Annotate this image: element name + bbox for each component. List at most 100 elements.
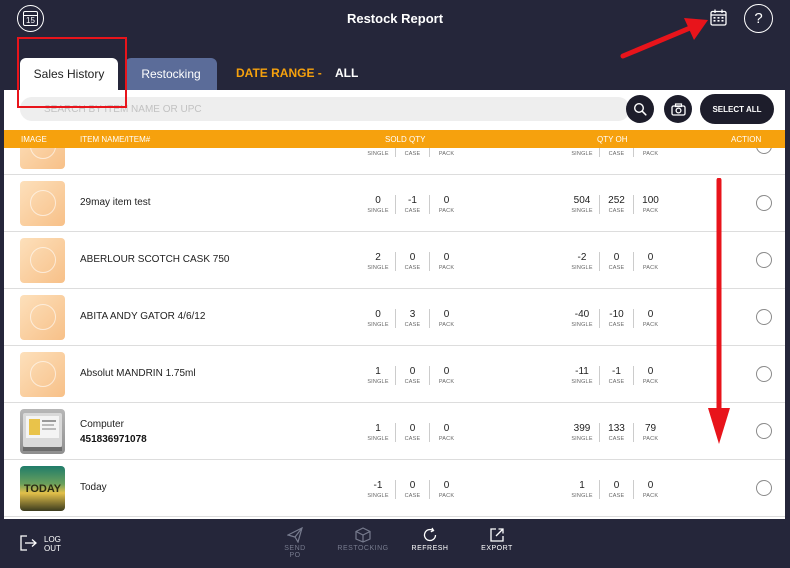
sold-case: CASE [395, 148, 429, 157]
help-button[interactable]: ? [744, 4, 773, 33]
oh-pack: 0 PACK [633, 252, 667, 271]
column-sold-qty: SOLD QTY [385, 135, 426, 144]
send-po-button[interactable]: SEND PO [282, 527, 308, 559]
export-label: EXPORT [481, 545, 513, 552]
item-image [20, 238, 65, 283]
computer-product-image [23, 413, 62, 451]
sold-case: -1 CASE [395, 195, 429, 214]
sold-single: 0 SINGLE [367, 195, 389, 214]
column-qty-oh: QTY OH [597, 135, 628, 144]
row-select-radio[interactable] [756, 252, 772, 268]
table-row[interactable]: SINGLE CASE PACK SINGLE CASE PACK [4, 148, 785, 175]
date-range-label[interactable]: DATE RANGE - [236, 66, 322, 80]
send-icon [287, 527, 303, 543]
row-select-radio[interactable] [756, 423, 772, 439]
item-image [20, 295, 65, 340]
item-name: Computer [80, 419, 124, 430]
item-upc: 451836971078 [80, 434, 147, 445]
oh-case: -10 CASE [599, 309, 633, 328]
help-icon: ? [754, 10, 763, 27]
box-icon [355, 527, 371, 543]
oh-pack: 79 PACK [633, 423, 667, 442]
oh-single: 504 SINGLE [571, 195, 593, 214]
bottom-toolbar: LOG OUT SEND PO RESTOCKING REFRESH EXPOR… [0, 519, 790, 568]
item-image [20, 409, 65, 454]
oh-case: 0 CASE [599, 252, 633, 271]
search-button[interactable] [626, 95, 654, 123]
column-action: ACTION [731, 135, 762, 144]
restocking-button[interactable]: RESTOCKING [334, 527, 392, 552]
column-image: IMAGE [21, 135, 47, 144]
oh-pack: 0 PACK [633, 480, 667, 499]
annotation-scroll-arrow-icon [708, 178, 730, 444]
sold-pack: 0 PACK [429, 423, 463, 442]
send-po-label: SEND PO [284, 545, 306, 559]
oh-single: 399 SINGLE [571, 423, 593, 442]
item-name: ABITA ANDY GATOR 4/6/12 [80, 311, 206, 322]
item-name: ABERLOUR SCOTCH CASK 750 [80, 254, 230, 265]
restocking-label: RESTOCKING [337, 545, 389, 552]
oh-case: 133 CASE [599, 423, 633, 442]
item-list[interactable]: SINGLE CASE PACK SINGLE CASE PACK 29may … [4, 148, 785, 519]
date-range-value[interactable]: ALL [335, 66, 358, 80]
calendar-picker-icon[interactable] [710, 9, 727, 26]
sold-single: 1 SINGLE [367, 423, 389, 442]
sold-pack: 0 PACK [429, 309, 463, 328]
row-select-radio[interactable] [756, 480, 772, 496]
oh-pack: PACK [633, 148, 667, 157]
sold-single: -1 SINGLE [367, 480, 389, 499]
row-select-radio[interactable] [756, 148, 772, 154]
item-image [20, 181, 65, 226]
row-select-radio[interactable] [756, 366, 772, 382]
column-item-name: ITEM NAME/ITEM# [80, 135, 151, 144]
oh-single: -40 SINGLE [571, 309, 593, 328]
sold-case: 0 CASE [395, 366, 429, 385]
annotation-highlight-box [17, 37, 127, 108]
tab-restocking[interactable]: Restocking [125, 58, 217, 90]
table-row[interactable]: Absolut MANDRIN 1.75ml 1 SINGLE 0 CASE 0 PA… [4, 346, 785, 403]
table-row[interactable]: ABERLOUR SCOTCH CASK 750 2 SINGLE 0 CASE 0… [4, 232, 785, 289]
oh-case: 0 CASE [599, 480, 633, 499]
sold-pack: 0 PACK [429, 480, 463, 499]
sold-case: 0 CASE [395, 423, 429, 442]
select-all-button[interactable]: SELECT ALL [700, 94, 774, 124]
sold-pack: 0 PACK [429, 366, 463, 385]
sold-case: 3 CASE [395, 309, 429, 328]
oh-pack: 0 PACK [633, 366, 667, 385]
oh-single: 1 SINGLE [571, 480, 593, 499]
table-row[interactable]: ABITA ANDY GATOR 4/6/12 0 SINGLE 3 CASE 0P… [4, 289, 785, 346]
oh-pack: 0 PACK [633, 309, 667, 328]
table-row[interactable]: TODAY Today -1 SINGLE 0 CASE 0 PACK 1 SINGLE… [4, 460, 785, 517]
oh-case: 252 CASE [599, 195, 633, 214]
logout-label: LOG OUT [44, 535, 61, 553]
logout-icon [20, 535, 37, 551]
oh-single: -2 SINGLE [571, 252, 593, 271]
sold-pack: 0 PACK [429, 252, 463, 271]
sold-case: 0 CASE [395, 252, 429, 271]
camera-icon [670, 102, 686, 116]
refresh-label: REFRESH [411, 545, 449, 552]
oh-single: SINGLE [571, 151, 593, 157]
oh-case: CASE [599, 148, 633, 157]
item-image: TODAY [20, 466, 65, 511]
sold-single: 2 SINGLE [367, 252, 389, 271]
table-row[interactable]: 29may item test 0 SINGLE -1 CASE 0 PACK 504… [4, 175, 785, 232]
refresh-button[interactable]: REFRESH [410, 527, 450, 552]
item-name: Absolut MANDRIN 1.75ml [80, 368, 196, 379]
row-select-radio[interactable] [756, 309, 772, 325]
export-button[interactable]: EXPORT [478, 527, 516, 552]
item-name: Today [80, 482, 107, 493]
export-icon [490, 528, 504, 542]
sold-single: 0 SINGLE [367, 309, 389, 328]
sold-case: 0 CASE [395, 480, 429, 499]
sold-single: 1 SINGLE [367, 366, 389, 385]
table-row[interactable]: Computer 451836971078 1 SINGLE 0 CASE 0 PAC… [4, 403, 785, 460]
item-image [20, 148, 65, 169]
item-name: 29may item test [80, 197, 151, 208]
item-image [20, 352, 65, 397]
oh-pack: 100 PACK [633, 195, 667, 214]
oh-case: -1 CASE [599, 366, 633, 385]
row-select-radio[interactable] [756, 195, 772, 211]
sold-single: SINGLE [367, 151, 389, 157]
camera-scan-button[interactable] [664, 95, 692, 123]
